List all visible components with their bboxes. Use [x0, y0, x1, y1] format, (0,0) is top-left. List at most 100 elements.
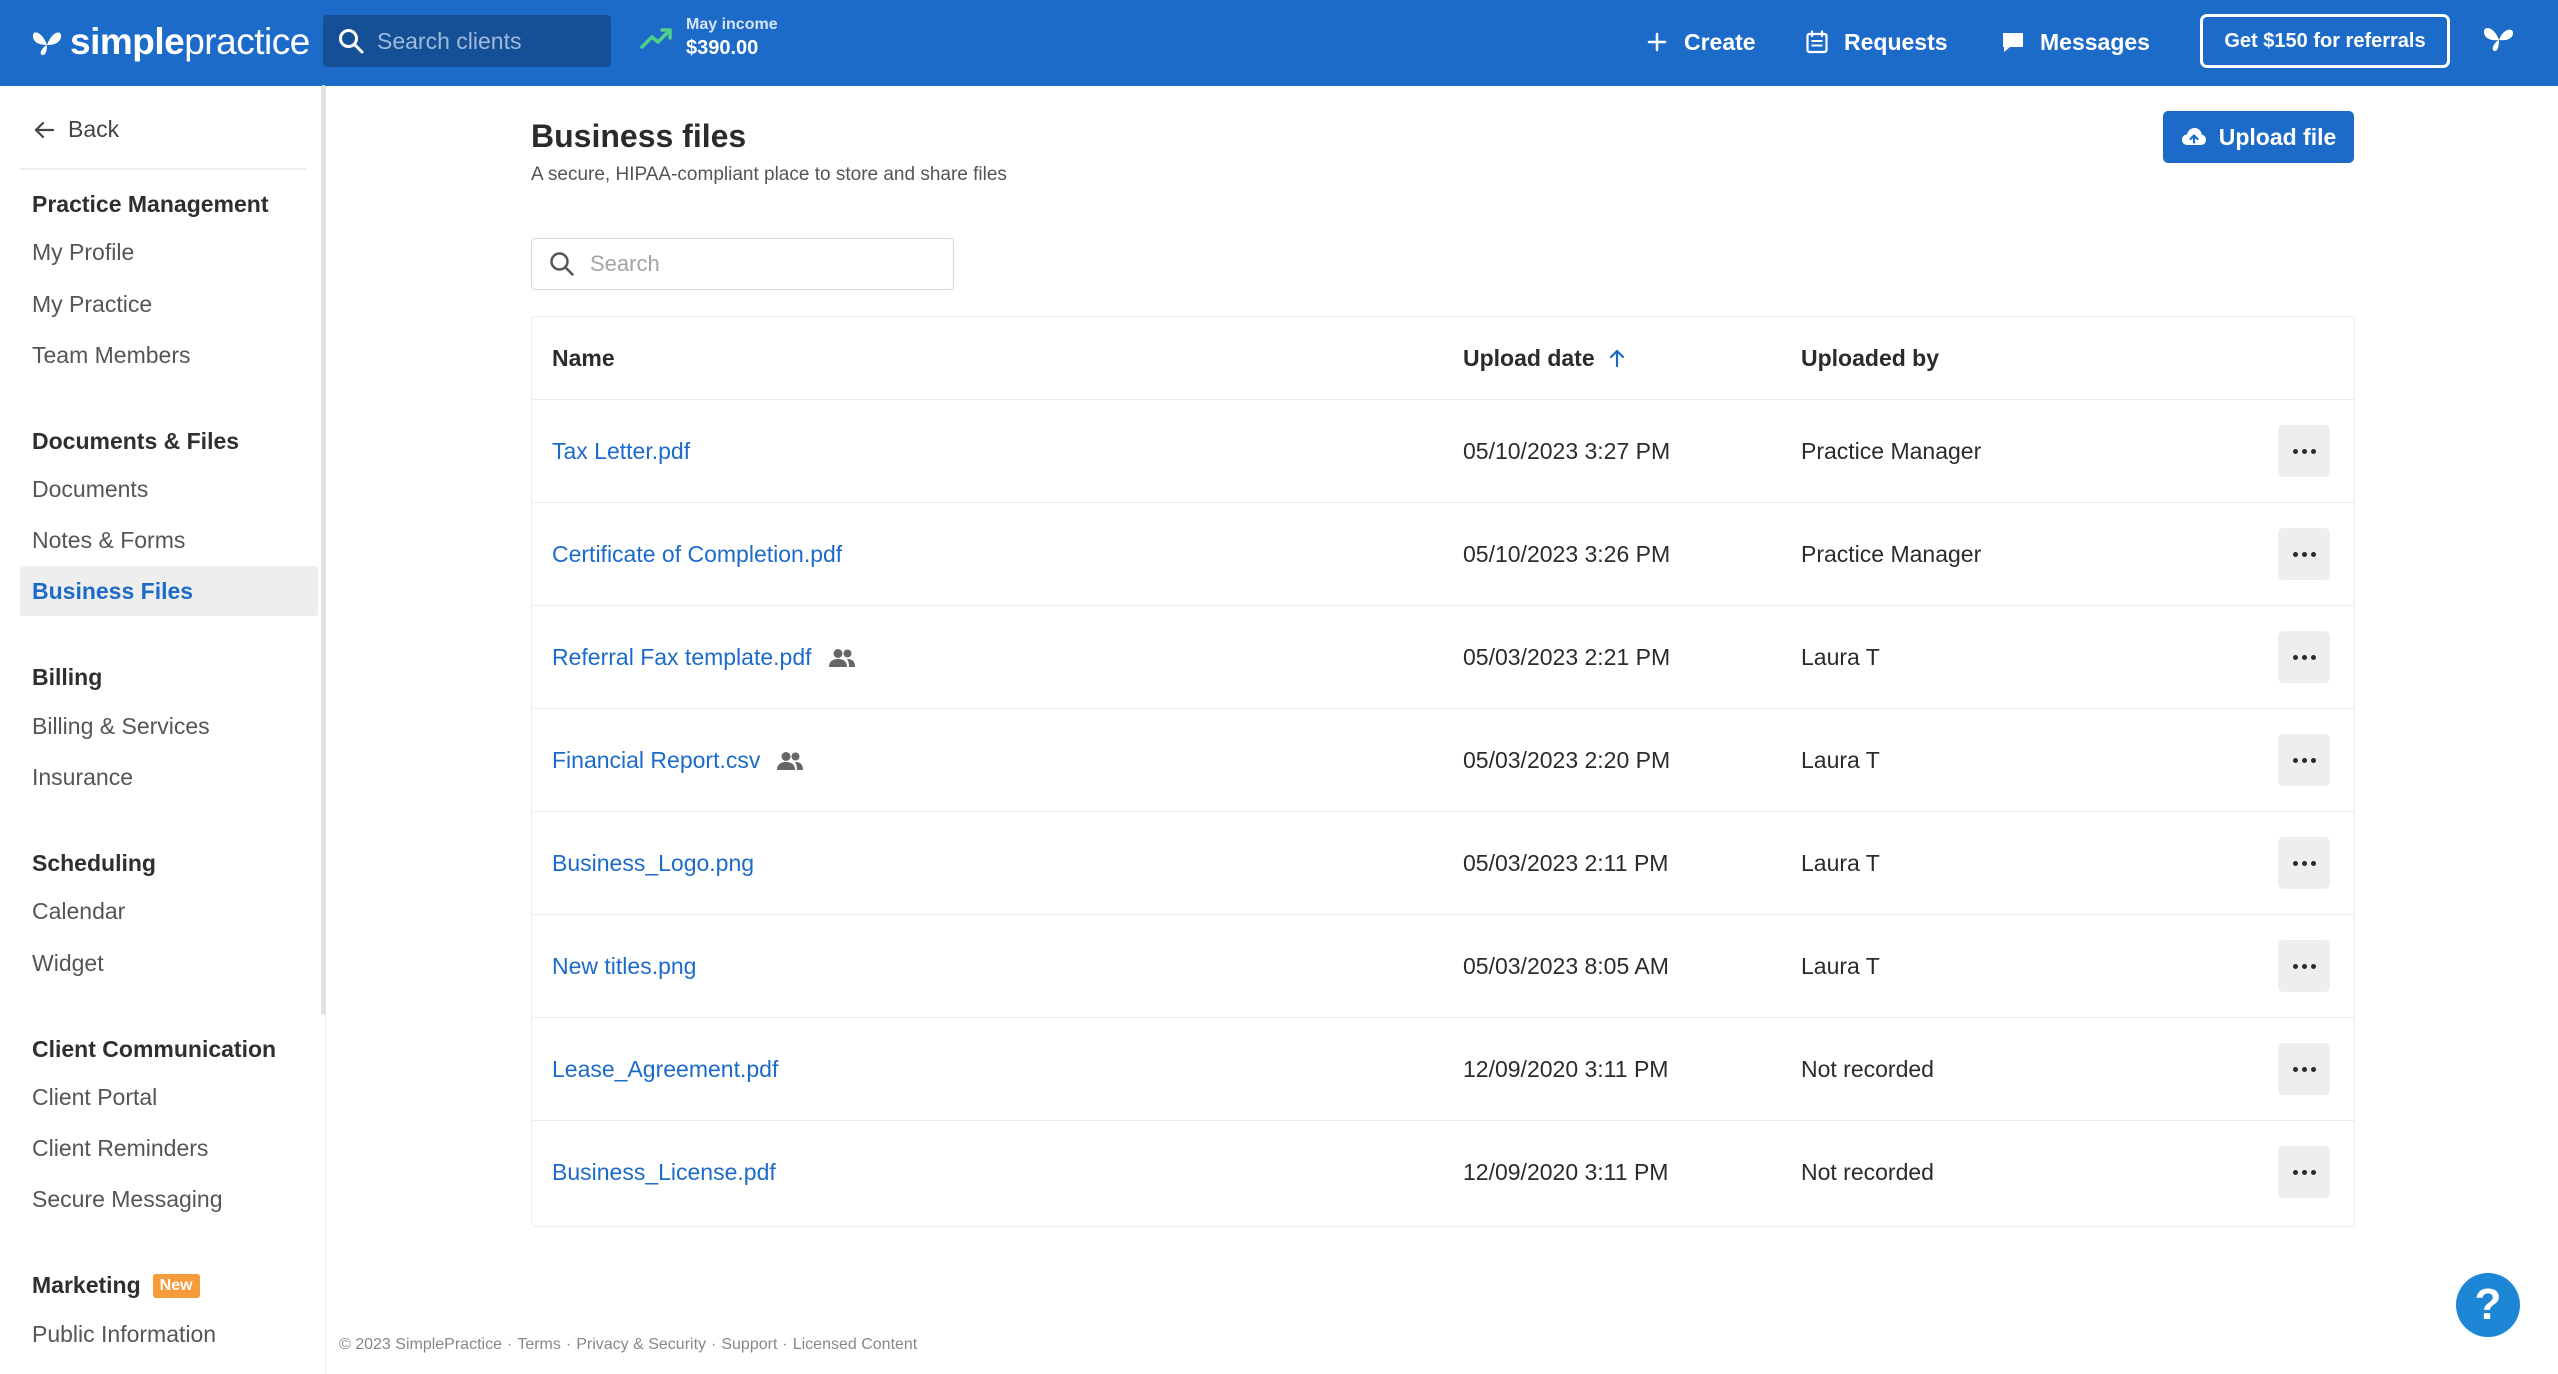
- uploaded-by-cell: Laura T: [1801, 850, 1880, 876]
- upload-date-cell: 05/10/2023 3:27 PM: [1463, 438, 1671, 464]
- more-options-button[interactable]: [2278, 837, 2330, 889]
- file-name-link[interactable]: Certificate of Completion.pdf: [552, 503, 842, 606]
- sidebar-item-insurance[interactable]: Insurance: [20, 752, 318, 802]
- file-name-link[interactable]: Financial Report.csv: [552, 709, 804, 812]
- file-search-input[interactable]: [590, 251, 930, 277]
- column-header-upload-date[interactable]: Upload date: [1463, 317, 1627, 399]
- table-row: Certificate of Completion.pdf 05/10/2023…: [532, 502, 2354, 605]
- more-options-button[interactable]: [2278, 425, 2330, 477]
- column-upload-date-label: Upload date: [1463, 344, 1595, 371]
- create-button[interactable]: Create: [1644, 22, 1756, 62]
- sidebar-item-business-files[interactable]: Business Files: [20, 566, 318, 616]
- search-icon: [339, 29, 364, 54]
- uploaded-by-cell: Practice Manager: [1801, 541, 1982, 567]
- file-name-link[interactable]: New titles.png: [552, 915, 696, 1018]
- table-row: Financial Report.csv 05/03/2023 2:20 PM …: [532, 708, 2354, 811]
- back-label: Back: [68, 116, 120, 142]
- table-row: Lease_Agreement.pdf 12/09/2020 3:11 PM N…: [532, 1017, 2354, 1120]
- back-link[interactable]: Back: [32, 116, 119, 143]
- uploaded-by-cell: Laura T: [1801, 953, 1880, 979]
- sidebar-section-scheduling: Scheduling: [32, 850, 156, 876]
- footer-link-terms[interactable]: Terms: [517, 1336, 561, 1353]
- sidebar-section-billing: Billing: [32, 664, 103, 690]
- sidebar-item-widget[interactable]: Widget: [20, 938, 318, 988]
- footer-copyright: © 2023 SimplePractice: [339, 1336, 502, 1353]
- column-header-uploaded-by[interactable]: Uploaded by: [1801, 317, 1939, 399]
- sidebar-section-practice-management: Practice Management: [32, 191, 269, 217]
- income-value: $390.00: [686, 37, 759, 59]
- cloud-upload-icon: [2181, 128, 2206, 145]
- footer-link-licensed-content[interactable]: Licensed Content: [793, 1336, 918, 1353]
- file-name-link[interactable]: Business_License.pdf: [552, 1121, 776, 1224]
- referral-button[interactable]: Get $150 for referrals: [2200, 14, 2450, 68]
- client-search-input[interactable]: [377, 27, 597, 55]
- upload-date-cell: 12/09/2020 3:11 PM: [1463, 1056, 1669, 1082]
- page-subtitle: A secure, HIPAA-compliant place to store…: [531, 164, 1007, 185]
- logo-text-regular: practice: [184, 21, 310, 62]
- messages-button[interactable]: Messages: [2000, 22, 2150, 62]
- simplepractice-logo[interactable]: simple practice: [30, 16, 310, 68]
- shared-users-icon: [777, 751, 804, 770]
- column-name-label: Name: [552, 344, 615, 371]
- more-options-button[interactable]: [2278, 734, 2330, 786]
- butterfly-logo-icon: [32, 32, 62, 55]
- more-options-button[interactable]: [2278, 1043, 2330, 1095]
- chat-bubble-icon: [2003, 33, 2023, 52]
- create-label: Create: [1684, 28, 1756, 55]
- upload-file-button[interactable]: Upload file: [2163, 111, 2354, 163]
- file-name: Business_License.pdf: [552, 1159, 776, 1185]
- top-navigation-bar: simplepractice May income $390.00 Create: [0, 0, 2558, 86]
- sidebar-item-billing-services[interactable]: Billing & Services: [20, 701, 318, 751]
- sidebar-item-documents[interactable]: Documents: [20, 464, 318, 514]
- sidebar-item-secure-messaging[interactable]: Secure Messaging: [20, 1174, 318, 1224]
- search-icon: [550, 252, 574, 276]
- plus-icon: [1647, 32, 1667, 52]
- sidebar-item-my-profile[interactable]: My Profile: [20, 227, 318, 277]
- sidebar-scrollbar[interactable]: [321, 85, 326, 1015]
- footer-link-privacy[interactable]: Privacy & Security: [576, 1336, 706, 1353]
- uploaded-by-cell: Not recorded: [1801, 1056, 1934, 1082]
- footer-link-support[interactable]: Support: [721, 1336, 777, 1353]
- settings-sidebar: Back Practice Management My Profile My P…: [0, 86, 326, 1374]
- butterfly-menu-icon[interactable]: [2480, 22, 2518, 56]
- file-search-box[interactable]: [531, 238, 954, 290]
- table-row: Tax Letter.pdf 05/10/2023 3:27 PM Practi…: [532, 399, 2354, 502]
- requests-label: Requests: [1844, 28, 1948, 55]
- help-button[interactable]: ?: [2456, 1273, 2520, 1337]
- sidebar-item-public-information[interactable]: Public Information: [20, 1309, 318, 1359]
- calendar-request-icon: [1806, 30, 1828, 54]
- arrow-left-icon: [34, 121, 55, 138]
- requests-button[interactable]: Requests: [1804, 22, 1948, 62]
- more-options-button[interactable]: [2278, 1146, 2330, 1198]
- sidebar-item-client-reminders[interactable]: Client Reminders: [20, 1123, 318, 1173]
- sidebar-item-client-portal[interactable]: Client Portal: [20, 1072, 318, 1122]
- sidebar-section-documents-files: Documents & Files: [32, 428, 240, 454]
- more-options-button[interactable]: [2278, 940, 2330, 992]
- sidebar-item-my-practice[interactable]: My Practice: [20, 279, 318, 329]
- more-options-button[interactable]: [2278, 528, 2330, 580]
- upload-date-cell: 05/03/2023 2:21 PM: [1463, 644, 1671, 670]
- upload-file-label: Upload file: [2218, 123, 2337, 150]
- table-row: New titles.png 05/03/2023 8:05 AM Laura …: [532, 914, 2354, 1017]
- more-options-button[interactable]: [2278, 631, 2330, 683]
- logo-text-bold: simple: [70, 21, 185, 62]
- new-badge: New: [152, 1274, 200, 1298]
- sidebar-item-team-members[interactable]: Team Members: [20, 330, 318, 380]
- sidebar-section-marketing: Marketing New: [32, 1272, 200, 1299]
- client-search-box[interactable]: [323, 15, 611, 67]
- file-name-link[interactable]: Business_Logo.png: [552, 812, 754, 915]
- file-name: Tax Letter.pdf: [552, 438, 691, 464]
- upload-date-cell: 05/03/2023 2:11 PM: [1463, 850, 1669, 876]
- column-header-name[interactable]: Name: [552, 317, 615, 399]
- uploaded-by-cell: Laura T: [1801, 747, 1880, 773]
- file-name-link[interactable]: Tax Letter.pdf: [552, 400, 690, 503]
- upload-date-cell: 05/03/2023 2:20 PM: [1463, 747, 1671, 773]
- sidebar-item-calendar[interactable]: Calendar: [20, 886, 318, 936]
- sidebar-section-client-communication: Client Communication: [32, 1036, 277, 1062]
- file-name-link[interactable]: Referral Fax template.pdf: [552, 606, 856, 709]
- file-name: Business_Logo.png: [552, 850, 755, 876]
- file-name-link[interactable]: Lease_Agreement.pdf: [552, 1018, 778, 1121]
- sidebar-item-notes-forms[interactable]: Notes & Forms: [20, 515, 318, 565]
- shared-users-icon: [828, 648, 855, 667]
- monthly-income-widget[interactable]: May income $390.00: [640, 16, 778, 60]
